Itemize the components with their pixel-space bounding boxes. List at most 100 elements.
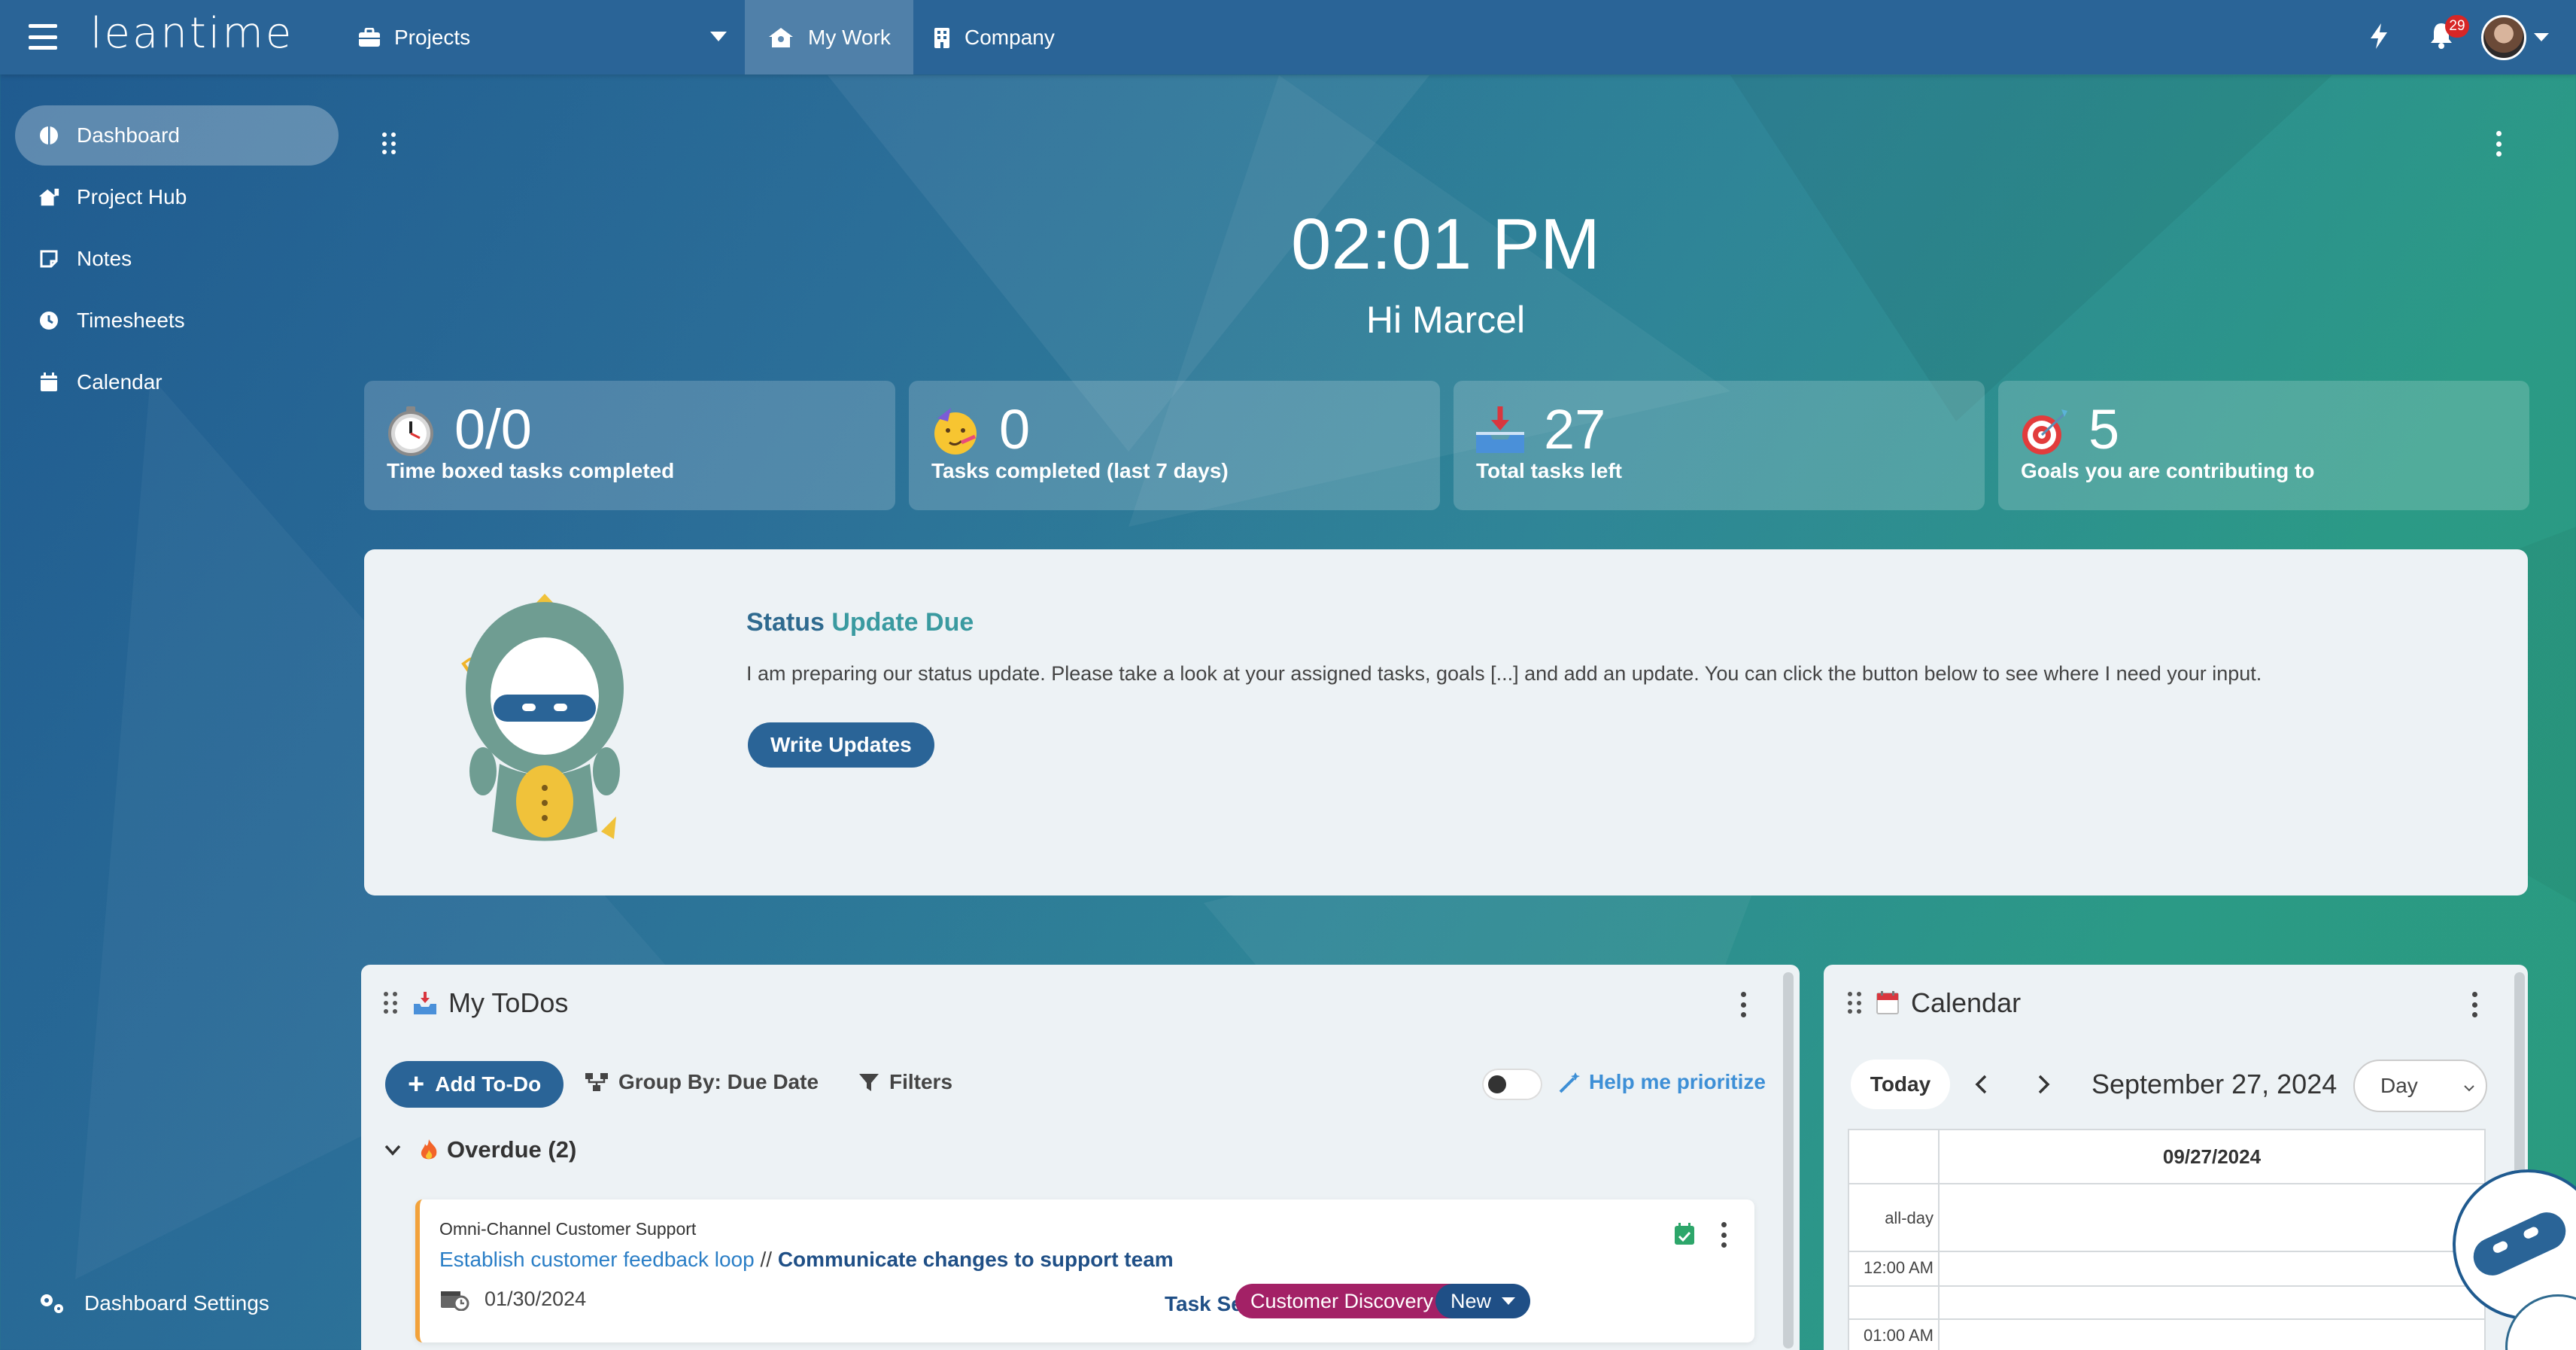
stat-label: Time boxed tasks completed [387, 459, 675, 482]
more-options-icon[interactable] [1739, 992, 1747, 1017]
calendar-row-1230am[interactable] [1849, 1287, 2484, 1320]
drag-handle-icon[interactable] [1848, 992, 1863, 1014]
calendar-clock-icon [441, 1291, 469, 1311]
stat-label: Goals you are contributing to [2021, 459, 2315, 482]
task-more-options-icon[interactable] [1720, 1222, 1727, 1248]
chevron-right-icon[interactable] [2033, 1073, 2054, 1096]
stat-value: 0 [999, 398, 1031, 461]
stat-value: 27 [1544, 398, 1606, 461]
stat-value: 5 [2088, 398, 2120, 461]
filter-icon [859, 1074, 879, 1091]
calendar-day-header: 09/27/2024 [1938, 1130, 2484, 1184]
current-time: 02:01 PM [1291, 204, 1600, 284]
sidebar-item-label: Project Hub [77, 185, 187, 208]
fire-icon [421, 1139, 437, 1160]
more-options-icon[interactable] [2471, 992, 2478, 1017]
inbox-tray-icon [1476, 406, 1524, 453]
party-face-icon [934, 408, 977, 455]
projects-label: Projects [394, 25, 471, 49]
company-label: Company [964, 25, 1055, 49]
drag-handle-icon[interactable] [384, 992, 399, 1014]
sidebar-item-label: Dashboard [77, 123, 180, 147]
prioritize-toggle[interactable] [1482, 1069, 1542, 1100]
write-updates-button[interactable]: Write Updates [748, 722, 934, 768]
status-update-title: Status Update Due [746, 608, 974, 637]
drag-handle-icon[interactable] [382, 132, 397, 155]
sidebar-item-timesheets[interactable]: Timesheets [15, 290, 339, 351]
todos-scrollbar[interactable] [1783, 972, 1794, 1348]
dashboard-icon [38, 124, 60, 147]
task-title-link[interactable]: Communicate changes to support team [778, 1248, 1174, 1271]
clock-icon [38, 309, 60, 332]
inbox-tray-icon [414, 992, 436, 1014]
target-icon [2022, 409, 2067, 455]
building-icon [934, 27, 949, 48]
task-due-date[interactable]: 01/30/2024 [439, 1287, 586, 1311]
status-update-card: RAW! Status Update Due I am preparing ou… [364, 549, 2528, 895]
more-options-icon[interactable] [2495, 131, 2502, 157]
group-by-dropdown[interactable]: Group By: Due Date [584, 1070, 819, 1094]
dino-mascot-illustration: RAW! [457, 594, 624, 841]
task-title: Establish customer feedback loop // Comm… [439, 1248, 1174, 1271]
notification-badge: 29 [2445, 15, 2469, 38]
task-card[interactable]: Omni-Channel Customer Support Establish … [415, 1199, 1754, 1342]
app-logo[interactable]: leantime [90, 9, 293, 58]
calendar-today-button[interactable]: Today [1851, 1060, 1950, 1109]
stat-value: 0/0 [454, 398, 532, 461]
magic-wand-icon [1559, 1072, 1580, 1093]
chevron-down-icon [384, 1145, 401, 1156]
dashboard-settings-link[interactable]: Dashboard Settings [38, 1291, 269, 1315]
sidebar-item-label: Calendar [77, 370, 163, 394]
calendar-current-date: September 27, 2024 [2091, 1069, 2338, 1099]
tab-my-work[interactable]: My Work [745, 0, 913, 74]
calendar-row-allday[interactable]: all-day [1849, 1184, 2484, 1252]
chevron-down-icon[interactable] [2534, 33, 2549, 41]
chevron-down-icon [710, 32, 727, 41]
sidebar-item-calendar[interactable]: Calendar [15, 352, 339, 412]
calendar-icon [38, 371, 60, 394]
filters-button[interactable]: Filters [858, 1070, 952, 1094]
calendar-row-12am[interactable]: 12:00 AM [1849, 1252, 2484, 1287]
calendar-view-select[interactable]: Day [2353, 1060, 2487, 1112]
add-todo-button[interactable]: + Add To-Do [385, 1061, 564, 1108]
hamburger-menu-icon[interactable] [29, 24, 57, 50]
sidebar-item-label: Notes [77, 247, 132, 270]
projects-dropdown[interactable]: Projects [358, 0, 727, 74]
home-user-icon [769, 27, 793, 47]
tab-company[interactable]: Company [933, 0, 1055, 74]
notes-icon [38, 248, 60, 270]
stopwatch-icon [388, 406, 433, 456]
my-todos-title: My ToDos [412, 987, 568, 1019]
sitemap-icon [585, 1073, 608, 1091]
sidebar-item-notes[interactable]: Notes [15, 229, 339, 289]
user-avatar[interactable] [2481, 15, 2526, 60]
sidebar-item-project-hub[interactable]: Project Hub [15, 167, 339, 227]
gears-icon [41, 1294, 63, 1313]
stat-card-tasks-left: 27 Total tasks left [1454, 381, 1985, 510]
help-me-prioritize-button[interactable]: Help me prioritize [1557, 1070, 1766, 1094]
tear-off-calendar-icon [1876, 991, 1899, 1014]
stat-card-goals: 5 Goals you are contributing to [1998, 381, 2529, 510]
calendar-day-grid: 09/27/2024 all-day 12:00 AM 01:00 AM [1848, 1129, 2486, 1350]
grid-corner [1849, 1130, 1938, 1184]
chevron-left-icon[interactable] [1971, 1073, 1992, 1096]
briefcase-icon [359, 27, 380, 47]
my-work-label: My Work [808, 25, 891, 49]
calendar-title: Calendar [1875, 987, 2021, 1019]
stat-card-timeboxed: 0/0 Time boxed tasks completed [364, 381, 895, 510]
sidebar-item-dashboard[interactable]: Dashboard [15, 105, 339, 166]
lightning-bolt-icon[interactable] [2368, 23, 2389, 50]
calendar-check-icon[interactable] [1673, 1222, 1696, 1246]
sidebar-item-label: Timesheets [77, 309, 185, 332]
task-parent-link[interactable]: Establish customer feedback loop [439, 1248, 755, 1271]
stat-label: Total tasks left [1476, 459, 1622, 482]
overdue-group-header[interactable]: Overdue (2) [384, 1136, 576, 1163]
dashboard-settings-label: Dashboard Settings [84, 1291, 269, 1315]
task-project-name: Omni-Channel Customer Support [439, 1219, 697, 1239]
calendar-row-1am[interactable]: 01:00 AM [1849, 1320, 2484, 1350]
task-status-dropdown[interactable]: New [1435, 1284, 1531, 1318]
status-update-text: I am preparing our status update. Please… [746, 662, 2262, 685]
top-navigation-bar: leantime Projects My Work Company 29 [0, 0, 2576, 74]
stat-label: Tasks completed (last 7 days) [931, 459, 1229, 482]
chevron-down-icon [2464, 1085, 2474, 1092]
